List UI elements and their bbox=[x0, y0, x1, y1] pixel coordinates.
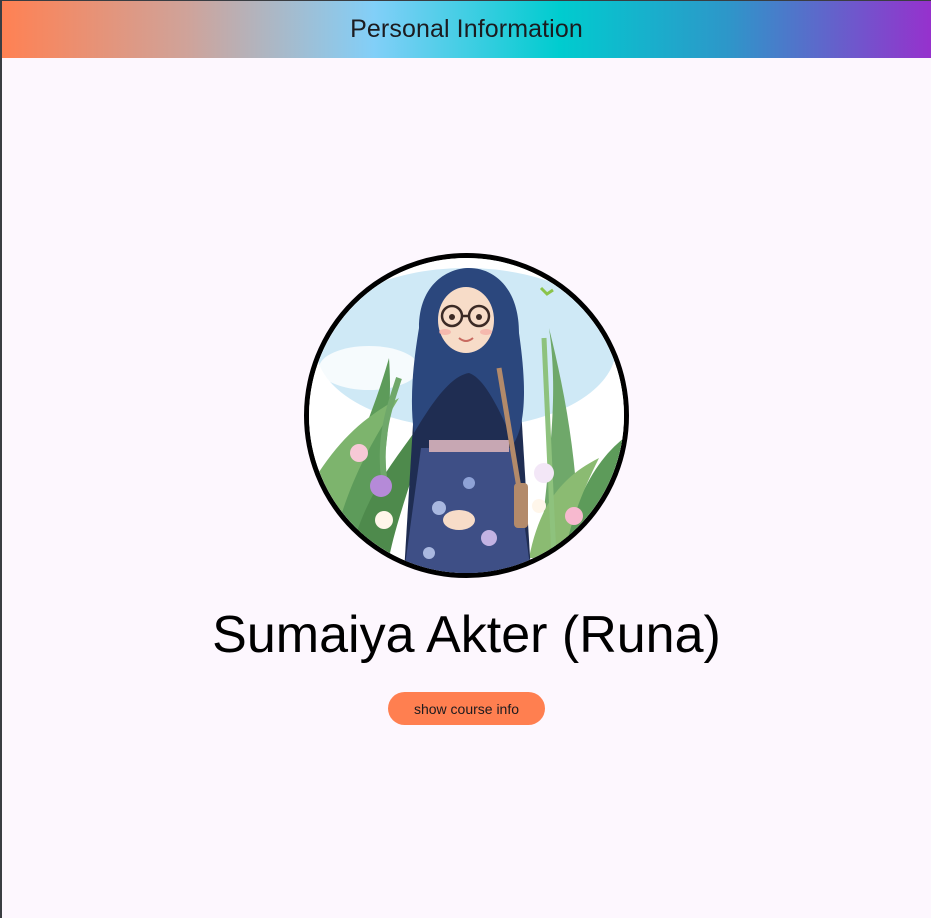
profile-name: Sumaiya Akter (Runa) bbox=[212, 606, 721, 664]
app-window: Personal Information Sumaiya Akter (Runa… bbox=[2, 1, 931, 918]
app-bar: Personal Information bbox=[2, 1, 931, 58]
show-course-info-button[interactable]: show course info bbox=[388, 692, 545, 725]
page-title: Personal Information bbox=[350, 15, 583, 43]
profile-avatar bbox=[304, 253, 629, 578]
profile-illustration bbox=[309, 258, 624, 573]
